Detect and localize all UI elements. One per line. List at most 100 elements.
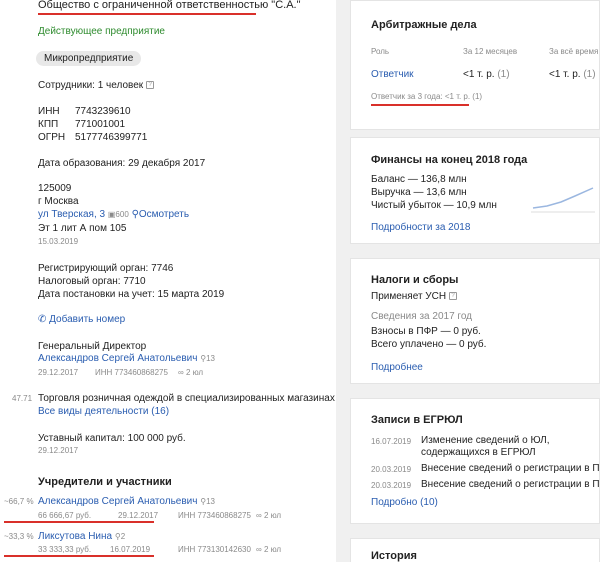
capital-date: 29.12.2017: [38, 446, 79, 455]
sparkline-line: [532, 187, 594, 209]
director-inn: ИНН 773460868275: [95, 368, 168, 377]
founder-ul: ∞ 2 юл: [256, 545, 281, 554]
employees-text: Сотрудники: 1 человек: [38, 80, 144, 91]
arbitrage-note: Ответчик за 3 года: <1 т. р. (1): [371, 92, 483, 101]
founder-share: ~33,3 %: [4, 532, 34, 541]
founder-amount: 33 333,33 руб.: [38, 545, 92, 554]
director-ul-text: 2 юл: [185, 368, 204, 377]
director-count: 13: [206, 354, 215, 363]
add-phone[interactable]: ✆ Добавить номер: [38, 314, 125, 325]
finance-details-link[interactable]: Подробности за 2018: [371, 222, 470, 233]
founder-name-link[interactable]: Александров Сергей Анатольевич: [38, 496, 197, 507]
address-city: г Москва: [38, 196, 79, 207]
founder-underline: [4, 555, 154, 557]
link-icon: ∞: [256, 511, 262, 520]
arbitrage-title: Арбитражные дела: [371, 19, 477, 31]
founder-ul-text: 2 юл: [263, 545, 282, 554]
egrul-date: 20.03.2019: [371, 465, 412, 474]
address-date: 15.03.2019: [38, 237, 79, 246]
employees: Сотрудники: 1 человек?: [38, 80, 155, 91]
address-count: 600: [115, 210, 129, 219]
col-role: Роль: [371, 47, 390, 56]
history-title: История: [371, 550, 417, 562]
history-card: История: [350, 538, 600, 562]
founder-date: 16.07.2019: [110, 545, 151, 554]
taxes-card: Налоги и сборы Применяет УСН? Сведения з…: [350, 258, 600, 384]
reg-organ: Регистрирующий орган: 7746: [38, 263, 174, 274]
capital: Уставный капитал: 100 000 руб.: [38, 433, 186, 444]
founder-underline: [4, 521, 154, 523]
row-12m: <1 т. р. (1): [463, 69, 510, 80]
egrul-text: Изменение сведений о ЮЛ,: [421, 435, 550, 446]
row-all-count: (1): [583, 69, 596, 80]
egrul-more-link[interactable]: Подробно (10): [371, 497, 438, 508]
col-all: За всё время: [549, 47, 599, 56]
inn-row: ИНН: [38, 106, 60, 117]
ogrn-value: 5177746399771: [75, 132, 148, 143]
egrul-card: Записи в ЕГРЮЛ 16.07.2019 Изменение свед…: [350, 398, 600, 524]
add-phone-link[interactable]: Добавить номер: [49, 314, 125, 325]
tax-subtitle: Сведения за 2017 год: [371, 311, 473, 322]
founder-amount: 66 666,67 руб.: [38, 511, 92, 520]
founders-title: Учредители и участники: [38, 476, 172, 488]
company-name: Общество с ограниченной ответственностью…: [38, 0, 301, 11]
row-all: <1 т. р. (1): [549, 69, 596, 80]
egrul-title: Записи в ЕГРЮЛ: [371, 414, 463, 426]
tax-date: Дата постановки на учет: 15 марта 2019: [38, 289, 225, 300]
founder-ul: ∞ 2 юл: [256, 511, 281, 520]
tax-organ: Налоговый орган: 7710: [38, 276, 146, 287]
finance-loss: Чистый убыток — 10,9 млн: [371, 200, 497, 211]
taxes-title: Налоги и сборы: [371, 274, 459, 286]
egrul-text: Внесение сведений о регистрации в ПФР: [421, 463, 600, 474]
director-title: Генеральный Директор: [38, 341, 147, 352]
director-date: 29.12.2017: [38, 368, 79, 377]
founder-count: 2: [120, 532, 126, 541]
tax-pfr: Взносы в ПФР — 0 руб.: [371, 326, 481, 337]
all-activities-link[interactable]: Все виды деятельности (16): [38, 406, 169, 417]
egrul-date: 20.03.2019: [371, 481, 412, 490]
founder-name-link[interactable]: Ликсутова Нина: [38, 531, 112, 542]
founder-inn: ИНН 773130142630: [178, 545, 251, 554]
founder-row: Александров Сергей Анатольевич ⚲13: [38, 496, 215, 507]
address-street-link[interactable]: ул Тверская, 3: [38, 209, 105, 220]
help-icon[interactable]: ?: [146, 81, 155, 90]
director-row: Александров Сергей Анатольевич ⚲13: [38, 353, 215, 364]
egrul-date: 16.07.2019: [371, 437, 412, 446]
address-street-row: ул Тверская, 3 ▣600 ⚲Осмотреть: [38, 209, 189, 220]
arbitrage-card: Арбитражные дела Роль За 12 месяцев За в…: [350, 0, 600, 130]
finance-balance: Баланс — 136,8 млн: [371, 174, 467, 185]
tax-regime: Применяет УСН?: [371, 291, 458, 302]
founder-inn: ИНН 773460868275: [178, 511, 251, 520]
row-all-value: <1 т. р.: [549, 69, 581, 80]
finance-revenue: Выручка — 13,6 млн: [371, 187, 467, 198]
phone-icon: ✆: [38, 314, 47, 325]
help-icon[interactable]: ?: [449, 292, 458, 301]
director-link[interactable]: Александров Сергей Анатольевич: [38, 353, 197, 364]
founder-count: 13: [206, 497, 215, 506]
map-pin-icon[interactable]: ⚲: [132, 209, 139, 220]
founded-date: Дата образования: 29 декабря 2017: [38, 158, 206, 169]
director-ul: ∞ 2 юл: [178, 368, 203, 377]
row-12m-value: <1 т. р.: [463, 69, 495, 80]
view-map-link[interactable]: Осмотреть: [139, 209, 189, 220]
founder-date: 29.12.2017: [118, 511, 159, 520]
taxes-more-link[interactable]: Подробнее: [371, 362, 423, 373]
address-unit: Эт 1 лит А пом 105: [38, 223, 127, 234]
okved-code: 47.71: [12, 394, 33, 403]
finance-sparkline: [531, 187, 595, 213]
col-12m: За 12 месяцев: [463, 47, 518, 56]
founder-share: ~66,7 %: [4, 497, 34, 506]
egrul-text: Внесение сведений о регистрации в ПФР: [421, 479, 600, 490]
founder-row: Ликсутова Нина ⚲2: [38, 531, 125, 542]
egrul-text: содержащихся в ЕГРЮЛ: [421, 447, 536, 458]
role-defendant-link[interactable]: Ответчик: [371, 69, 414, 80]
row-12m-count: (1): [497, 69, 510, 80]
ogrn-label: ОГРН: [38, 132, 66, 143]
link-icon: ∞: [256, 545, 262, 554]
address-zip: 125009: [38, 183, 72, 194]
finance-title: Финансы на конец 2018 года: [371, 154, 528, 166]
founder-ul-text: 2 юл: [263, 511, 282, 520]
tax-regime-text: Применяет УСН: [371, 291, 447, 302]
inn-value: 7743239610: [75, 106, 131, 117]
kpp-value: 771001001: [75, 119, 126, 130]
